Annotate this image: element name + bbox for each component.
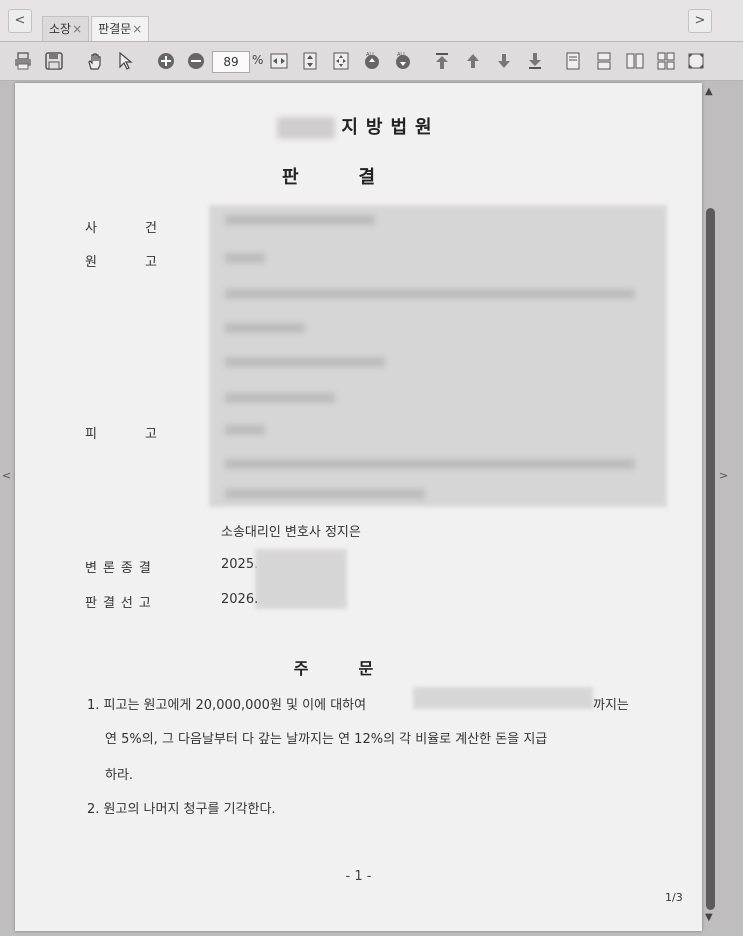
tab-scroll-right-button[interactable]: > — [688, 9, 712, 33]
redacted-line — [225, 323, 305, 333]
redacted-dates — [255, 549, 347, 609]
fullscreen-icon[interactable] — [685, 50, 707, 72]
tab-label: 판결문 — [98, 22, 132, 36]
plaintiff-label: 원고 — [85, 255, 205, 270]
zoom-percent-label: % — [252, 53, 264, 67]
vertical-scrollbar[interactable]: ▲ ▼ — [704, 86, 718, 926]
fit-page-icon[interactable] — [330, 50, 352, 72]
redacted-region — [277, 117, 336, 139]
previous-page-icon[interactable] — [462, 50, 484, 72]
closing-date-value: 2025. — [221, 557, 259, 572]
tab-close-icon[interactable]: × — [132, 22, 142, 36]
defendant-label: 피고 — [85, 427, 205, 442]
ruling-heading: 주문 — [293, 659, 424, 678]
court-name: 지방법원 — [15, 113, 702, 139]
zoom-in-icon[interactable] — [155, 50, 177, 72]
tab-label: 소장 — [49, 22, 72, 36]
fit-height-icon[interactable] — [299, 50, 321, 72]
svg-text:ALL: ALL — [397, 52, 406, 58]
counsel-line: 소송대리인 변호사 정지은 — [221, 525, 361, 540]
print-icon[interactable] — [12, 50, 34, 72]
tab-scroll-left-button[interactable]: < — [8, 9, 32, 33]
scrollbar-thumb[interactable] — [706, 208, 715, 910]
page-number: - 1 - — [345, 869, 372, 884]
zoom-level-input[interactable]: 89 — [212, 51, 250, 73]
redacted-line — [225, 393, 335, 403]
toolbar: 89 % ALL ALL — [0, 42, 743, 81]
ruling-item-1-line-2: 연 5%의, 그 다음날부터 다 갚는 날까지는 연 12%의 각 비율로 계산… — [105, 732, 548, 747]
page-count: 1/3 — [665, 891, 683, 904]
last-page-icon[interactable] — [524, 50, 546, 72]
first-page-icon[interactable] — [431, 50, 453, 72]
ruling-item-1-line-3: 하라. — [105, 768, 134, 783]
hand-tool-icon[interactable] — [84, 50, 106, 72]
redacted-line — [225, 357, 385, 367]
single-page-view-icon[interactable] — [562, 50, 584, 72]
redacted-line — [225, 489, 425, 499]
ruling-item-1-line-1-end: 까지는 — [593, 698, 629, 713]
document-viewer-app: < 소장× 판결문× > 89 % ALL ALL < > 지방법원 판결 사건… — [0, 0, 743, 936]
redacted-line — [225, 425, 265, 435]
document-viewport: < > 지방법원 판결 사건 원고 피고 소송대리인 변호사 정지은 변론종결 … — [0, 81, 743, 936]
closing-date-label: 변론종결 — [85, 561, 157, 576]
tab-close-icon[interactable]: × — [72, 22, 82, 36]
save-icon[interactable] — [43, 50, 65, 72]
two-page-view-icon[interactable] — [624, 50, 646, 72]
court-name-text: 지방법원 — [341, 117, 440, 138]
case-label: 사건 — [85, 221, 205, 236]
continuous-view-icon[interactable] — [593, 50, 615, 72]
ruling-item-1-line-1: 1. 피고는 원고에게 20,000,000원 및 이에 대하여 — [87, 698, 367, 713]
scroll-up-arrow-icon[interactable]: ▲ — [705, 86, 713, 97]
rotate-right-icon[interactable]: ALL — [392, 50, 414, 72]
redacted-line — [225, 289, 635, 299]
redacted-line — [225, 215, 375, 225]
tab-judgment[interactable]: 판결문× — [91, 16, 150, 41]
tab-complaint[interactable]: 소장× — [42, 16, 90, 41]
tab-list: 소장× 판결문× — [42, 16, 151, 41]
next-page-icon[interactable] — [493, 50, 515, 72]
redacted-date-range — [413, 687, 593, 709]
zoom-out-icon[interactable] — [185, 50, 207, 72]
ruling-item-2: 2. 원고의 나머지 청구를 기각한다. — [87, 802, 276, 817]
decision-date-value: 2026. — [221, 592, 259, 607]
tab-bar: < 소장× 판결문× > — [0, 0, 743, 42]
document-page: 지방법원 판결 사건 원고 피고 소송대리인 변호사 정지은 변론종결 2025… — [15, 83, 702, 931]
fit-width-icon[interactable] — [268, 50, 290, 72]
svg-text:ALL: ALL — [366, 52, 375, 58]
redacted-line — [225, 459, 635, 469]
collapse-left-panel-button[interactable]: < — [2, 469, 11, 482]
document-title: 판결 — [281, 167, 436, 188]
rotate-left-icon[interactable]: ALL — [361, 50, 383, 72]
two-page-continuous-icon[interactable] — [655, 50, 677, 72]
redacted-line — [225, 253, 265, 263]
scroll-down-arrow-icon[interactable]: ▼ — [705, 912, 713, 923]
select-arrow-icon[interactable] — [114, 50, 136, 72]
decision-date-label: 판결선고 — [85, 596, 157, 611]
collapse-right-panel-button[interactable]: > — [719, 469, 728, 482]
